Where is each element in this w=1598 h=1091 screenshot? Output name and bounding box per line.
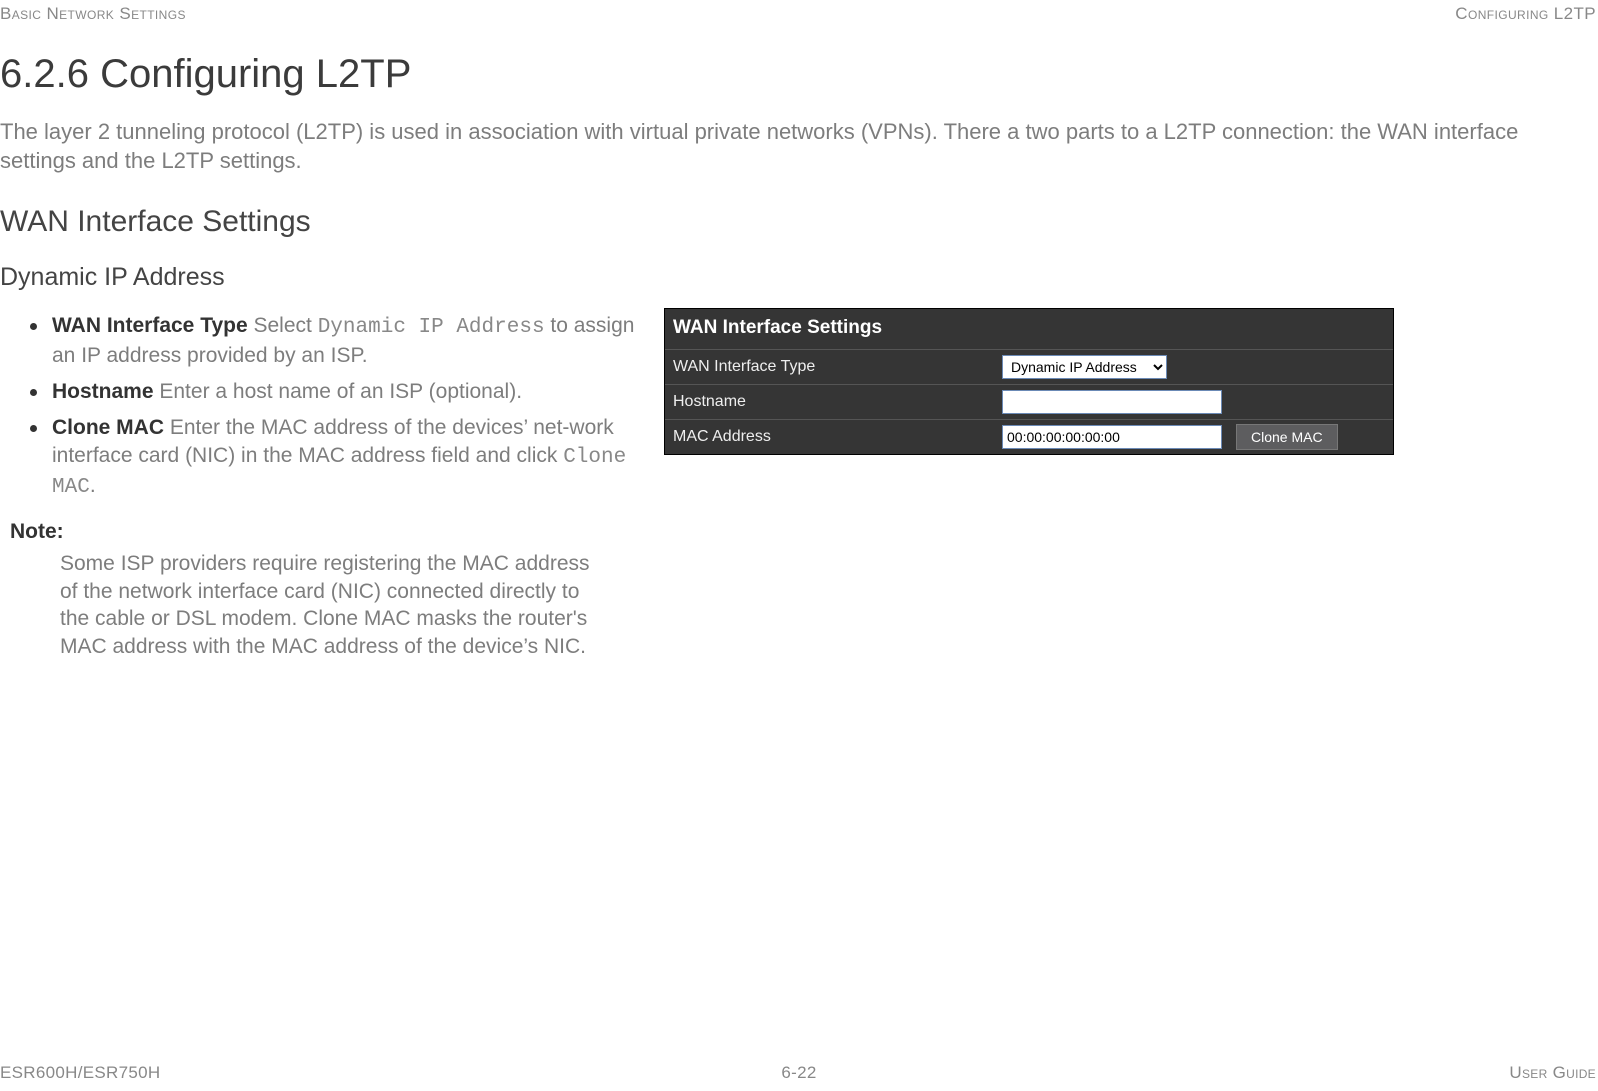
panel-mac-label: MAC Address <box>665 428 1000 446</box>
panel-row-mac: MAC Address Clone MAC <box>665 419 1393 454</box>
wan-interface-type-select[interactable]: Dynamic IP Address <box>1002 355 1167 379</box>
clone-mac-button[interactable]: Clone MAC <box>1236 424 1338 450</box>
hostname-desc: Enter a host name of an ISP (optional). <box>154 380 523 403</box>
wan-type-pre: Select <box>248 314 318 337</box>
list-item-wan-type: WAN Interface Type Select Dynamic IP Add… <box>30 312 640 370</box>
header-left: Basic Network Settings <box>0 4 186 24</box>
hostname-label: Hostname <box>52 380 154 403</box>
list-item-clone-mac: Clone MAC Enter the MAC address of the d… <box>30 414 640 502</box>
footer-left: ESR600H/ESR750H <box>0 1063 160 1083</box>
page-footer: ESR600H/ESR750H 6-22 User Guide <box>0 1063 1598 1083</box>
mac-address-input[interactable] <box>1002 425 1222 449</box>
footer-right: User Guide <box>1509 1063 1596 1083</box>
wan-settings-panel: WAN Interface Settings WAN Interface Typ… <box>664 308 1394 455</box>
panel-hostname-label: Hostname <box>665 393 1000 411</box>
note-label: Note: <box>10 520 640 544</box>
clonemac-post: . <box>90 474 96 497</box>
hostname-input[interactable] <box>1002 390 1222 414</box>
panel-title: WAN Interface Settings <box>665 309 1393 349</box>
list-item-hostname: Hostname Enter a host name of an ISP (op… <box>30 378 640 406</box>
footer-center: 6-22 <box>781 1063 816 1083</box>
wan-type-label: WAN Interface Type <box>52 314 248 337</box>
note-body: Some ISP providers require registering t… <box>60 550 600 662</box>
page-header: Basic Network Settings Configuring L2TP <box>0 0 1598 24</box>
dynamic-ip-heading: Dynamic IP Address <box>0 263 1598 292</box>
feature-list: WAN Interface Type Select Dynamic IP Add… <box>30 312 640 502</box>
wan-heading: WAN Interface Settings <box>0 205 1598 239</box>
panel-row-wan-type: WAN Interface Type Dynamic IP Address <box>665 349 1393 384</box>
note-block: Note: Some ISP providers require registe… <box>10 520 640 662</box>
page-title: 6.2.6 Configuring L2TP <box>0 52 1598 97</box>
panel-wan-type-label: WAN Interface Type <box>665 358 1000 376</box>
intro-paragraph: The layer 2 tunneling protocol (L2TP) is… <box>0 117 1598 175</box>
clonemac-label: Clone MAC <box>52 416 164 439</box>
header-right: Configuring L2TP <box>1455 4 1596 24</box>
wan-type-code: Dynamic IP Address <box>318 316 545 339</box>
panel-row-hostname: Hostname <box>665 384 1393 419</box>
